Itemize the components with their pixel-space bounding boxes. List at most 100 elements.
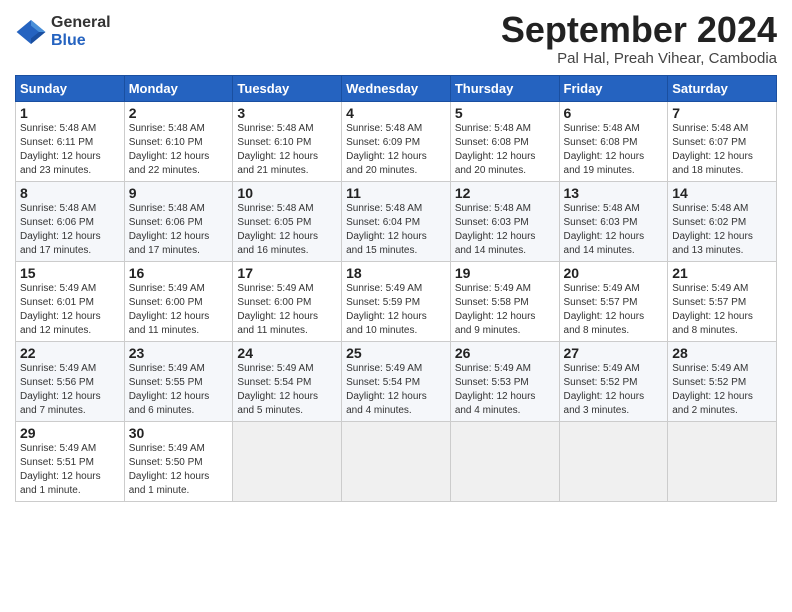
location: Pal Hal, Preah Vihear, Cambodia bbox=[501, 50, 777, 67]
day-cell-18: 18 Sunrise: 5:49 AMSunset: 5:59 PMDaylig… bbox=[342, 261, 451, 341]
day-number-10: 10 bbox=[237, 185, 337, 201]
month-title: September 2024 bbox=[501, 10, 777, 50]
day-cell-26: 26 Sunrise: 5:49 AMSunset: 5:53 PMDaylig… bbox=[450, 341, 559, 421]
cell-content-19: Sunrise: 5:49 AMSunset: 5:58 PMDaylight:… bbox=[455, 283, 536, 336]
day-cell-15: 15 Sunrise: 5:49 AMSunset: 6:01 PMDaylig… bbox=[16, 261, 125, 341]
day-cell-30: 30 Sunrise: 5:49 AMSunset: 5:50 PMDaylig… bbox=[124, 421, 233, 501]
day-number-5: 5 bbox=[455, 105, 555, 121]
day-number-7: 7 bbox=[672, 105, 772, 121]
day-cell-20: 20 Sunrise: 5:49 AMSunset: 5:57 PMDaylig… bbox=[559, 261, 668, 341]
cell-content-20: Sunrise: 5:49 AMSunset: 5:57 PMDaylight:… bbox=[564, 283, 645, 336]
logo-text: General Blue bbox=[51, 14, 111, 49]
day-cell-29: 29 Sunrise: 5:49 AMSunset: 5:51 PMDaylig… bbox=[16, 421, 125, 501]
day-cell-5: 5 Sunrise: 5:48 AMSunset: 6:08 PMDayligh… bbox=[450, 101, 559, 181]
day-cell-10: 10 Sunrise: 5:48 AMSunset: 6:05 PMDaylig… bbox=[233, 181, 342, 261]
cell-content-14: Sunrise: 5:48 AMSunset: 6:02 PMDaylight:… bbox=[672, 203, 753, 256]
day-cell-25: 25 Sunrise: 5:49 AMSunset: 5:54 PMDaylig… bbox=[342, 341, 451, 421]
day-cell-4: 4 Sunrise: 5:48 AMSunset: 6:09 PMDayligh… bbox=[342, 101, 451, 181]
cell-content-21: Sunrise: 5:49 AMSunset: 5:57 PMDaylight:… bbox=[672, 283, 753, 336]
header-monday: Monday bbox=[124, 75, 233, 101]
cell-content-18: Sunrise: 5:49 AMSunset: 5:59 PMDaylight:… bbox=[346, 283, 427, 336]
day-number-19: 19 bbox=[455, 265, 555, 281]
day-number-9: 9 bbox=[129, 185, 229, 201]
day-cell-21: 21 Sunrise: 5:49 AMSunset: 5:57 PMDaylig… bbox=[668, 261, 777, 341]
day-cell-28: 28 Sunrise: 5:49 AMSunset: 5:52 PMDaylig… bbox=[668, 341, 777, 421]
day-number-8: 8 bbox=[20, 185, 120, 201]
cell-content-27: Sunrise: 5:49 AMSunset: 5:52 PMDaylight:… bbox=[564, 363, 645, 416]
empty-cell bbox=[668, 421, 777, 501]
day-number-15: 15 bbox=[20, 265, 120, 281]
empty-cell bbox=[233, 421, 342, 501]
day-number-16: 16 bbox=[129, 265, 229, 281]
cell-content-15: Sunrise: 5:49 AMSunset: 6:01 PMDaylight:… bbox=[20, 283, 101, 336]
header-thursday: Thursday bbox=[450, 75, 559, 101]
day-number-30: 30 bbox=[129, 425, 229, 441]
day-number-12: 12 bbox=[455, 185, 555, 201]
day-number-14: 14 bbox=[672, 185, 772, 201]
cell-content-29: Sunrise: 5:49 AMSunset: 5:51 PMDaylight:… bbox=[20, 443, 101, 496]
cell-content-6: Sunrise: 5:48 AMSunset: 6:08 PMDaylight:… bbox=[564, 123, 645, 176]
cell-content-10: Sunrise: 5:48 AMSunset: 6:05 PMDaylight:… bbox=[237, 203, 318, 256]
calendar-table: Sunday Monday Tuesday Wednesday Thursday… bbox=[15, 75, 777, 502]
day-cell-11: 11 Sunrise: 5:48 AMSunset: 6:04 PMDaylig… bbox=[342, 181, 451, 261]
day-cell-19: 19 Sunrise: 5:49 AMSunset: 5:58 PMDaylig… bbox=[450, 261, 559, 341]
day-number-25: 25 bbox=[346, 345, 446, 361]
empty-cell bbox=[450, 421, 559, 501]
header-saturday: Saturday bbox=[668, 75, 777, 101]
cell-content-3: Sunrise: 5:48 AMSunset: 6:10 PMDaylight:… bbox=[237, 123, 318, 176]
day-number-4: 4 bbox=[346, 105, 446, 121]
day-cell-16: 16 Sunrise: 5:49 AMSunset: 6:00 PMDaylig… bbox=[124, 261, 233, 341]
cell-content-16: Sunrise: 5:49 AMSunset: 6:00 PMDaylight:… bbox=[129, 283, 210, 336]
logo-general-text: General bbox=[51, 14, 111, 32]
day-number-6: 6 bbox=[564, 105, 664, 121]
day-cell-24: 24 Sunrise: 5:49 AMSunset: 5:54 PMDaylig… bbox=[233, 341, 342, 421]
day-cell-27: 27 Sunrise: 5:49 AMSunset: 5:52 PMDaylig… bbox=[559, 341, 668, 421]
day-cell-2: 2 Sunrise: 5:48 AMSunset: 6:10 PMDayligh… bbox=[124, 101, 233, 181]
day-cell-7: 7 Sunrise: 5:48 AMSunset: 6:07 PMDayligh… bbox=[668, 101, 777, 181]
main-container: General Blue September 2024 Pal Hal, Pre… bbox=[0, 0, 792, 512]
calendar-row: 22 Sunrise: 5:49 AMSunset: 5:56 PMDaylig… bbox=[16, 341, 777, 421]
day-number-20: 20 bbox=[564, 265, 664, 281]
cell-content-13: Sunrise: 5:48 AMSunset: 6:03 PMDaylight:… bbox=[564, 203, 645, 256]
calendar-row: 1 Sunrise: 5:48 AMSunset: 6:11 PMDayligh… bbox=[16, 101, 777, 181]
header-sunday: Sunday bbox=[16, 75, 125, 101]
cell-content-5: Sunrise: 5:48 AMSunset: 6:08 PMDaylight:… bbox=[455, 123, 536, 176]
cell-content-7: Sunrise: 5:48 AMSunset: 6:07 PMDaylight:… bbox=[672, 123, 753, 176]
cell-content-11: Sunrise: 5:48 AMSunset: 6:04 PMDaylight:… bbox=[346, 203, 427, 256]
cell-content-4: Sunrise: 5:48 AMSunset: 6:09 PMDaylight:… bbox=[346, 123, 427, 176]
day-number-13: 13 bbox=[564, 185, 664, 201]
calendar-row: 15 Sunrise: 5:49 AMSunset: 6:01 PMDaylig… bbox=[16, 261, 777, 341]
day-cell-9: 9 Sunrise: 5:48 AMSunset: 6:06 PMDayligh… bbox=[124, 181, 233, 261]
day-number-3: 3 bbox=[237, 105, 337, 121]
empty-cell bbox=[559, 421, 668, 501]
day-number-27: 27 bbox=[564, 345, 664, 361]
day-number-2: 2 bbox=[129, 105, 229, 121]
day-number-28: 28 bbox=[672, 345, 772, 361]
day-number-29: 29 bbox=[20, 425, 120, 441]
day-cell-22: 22 Sunrise: 5:49 AMSunset: 5:56 PMDaylig… bbox=[16, 341, 125, 421]
day-number-24: 24 bbox=[237, 345, 337, 361]
logo-icon bbox=[15, 16, 47, 48]
day-cell-14: 14 Sunrise: 5:48 AMSunset: 6:02 PMDaylig… bbox=[668, 181, 777, 261]
logo: General Blue bbox=[15, 14, 111, 49]
day-number-17: 17 bbox=[237, 265, 337, 281]
header: General Blue September 2024 Pal Hal, Pre… bbox=[15, 10, 777, 67]
calendar-row: 8 Sunrise: 5:48 AMSunset: 6:06 PMDayligh… bbox=[16, 181, 777, 261]
title-area: September 2024 Pal Hal, Preah Vihear, Ca… bbox=[501, 10, 777, 67]
cell-content-26: Sunrise: 5:49 AMSunset: 5:53 PMDaylight:… bbox=[455, 363, 536, 416]
cell-content-23: Sunrise: 5:49 AMSunset: 5:55 PMDaylight:… bbox=[129, 363, 210, 416]
day-cell-6: 6 Sunrise: 5:48 AMSunset: 6:08 PMDayligh… bbox=[559, 101, 668, 181]
cell-content-12: Sunrise: 5:48 AMSunset: 6:03 PMDaylight:… bbox=[455, 203, 536, 256]
day-cell-8: 8 Sunrise: 5:48 AMSunset: 6:06 PMDayligh… bbox=[16, 181, 125, 261]
day-cell-12: 12 Sunrise: 5:48 AMSunset: 6:03 PMDaylig… bbox=[450, 181, 559, 261]
header-wednesday: Wednesday bbox=[342, 75, 451, 101]
cell-content-22: Sunrise: 5:49 AMSunset: 5:56 PMDaylight:… bbox=[20, 363, 101, 416]
day-number-23: 23 bbox=[129, 345, 229, 361]
empty-cell bbox=[342, 421, 451, 501]
header-friday: Friday bbox=[559, 75, 668, 101]
calendar-header-row: Sunday Monday Tuesday Wednesday Thursday… bbox=[16, 75, 777, 101]
day-cell-3: 3 Sunrise: 5:48 AMSunset: 6:10 PMDayligh… bbox=[233, 101, 342, 181]
cell-content-25: Sunrise: 5:49 AMSunset: 5:54 PMDaylight:… bbox=[346, 363, 427, 416]
day-cell-1: 1 Sunrise: 5:48 AMSunset: 6:11 PMDayligh… bbox=[16, 101, 125, 181]
day-number-21: 21 bbox=[672, 265, 772, 281]
